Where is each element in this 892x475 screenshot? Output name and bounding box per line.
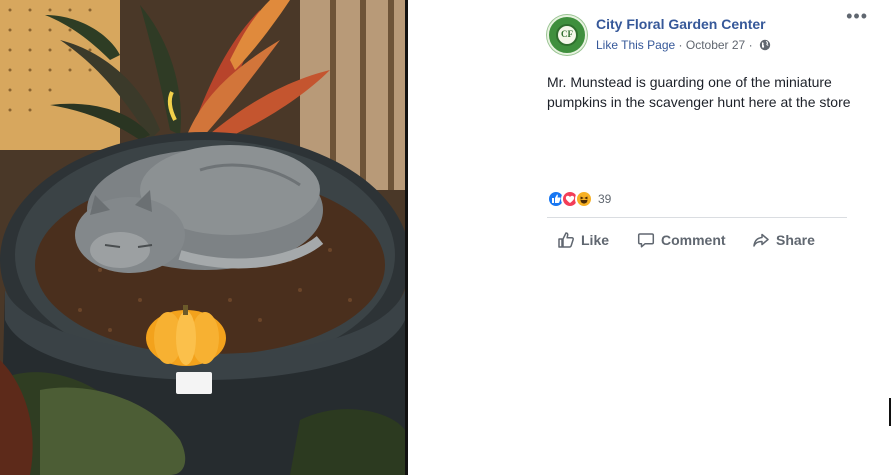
globe-icon[interactable] [759, 39, 771, 51]
haha-icon [575, 190, 593, 208]
like-button-label: Like [581, 232, 610, 248]
page-avatar[interactable]: CF [547, 15, 587, 55]
post-photo-image [0, 0, 405, 475]
post-date[interactable]: October 27 [686, 38, 745, 52]
comment-icon [637, 233, 655, 248]
like-page-link[interactable]: Like This Page [596, 38, 675, 52]
post-photo[interactable] [0, 0, 405, 475]
share-icon [753, 233, 769, 247]
page-name-link[interactable]: City Floral Garden Center [596, 16, 766, 32]
meta-separator: · [678, 38, 683, 52]
share-button-label: Share [776, 232, 815, 248]
like-button[interactable]: Like [557, 226, 609, 254]
meta-separator-2: · [748, 38, 753, 52]
post-sidebar: CF City Floral Garden Center Like This P… [408, 0, 892, 475]
page-logo-mark: CF [556, 24, 578, 46]
post-actions: Like Comment Share [547, 226, 847, 254]
page-logo-text: CF [561, 29, 573, 39]
post-header: CF City Floral Garden Center Like This P… [547, 13, 877, 55]
post-text: Mr. Munstead is guarding one of the mini… [547, 74, 851, 110]
reaction-count: 39 [598, 192, 612, 206]
comment-button[interactable]: Comment [637, 226, 726, 254]
post-meta: Like This Page · October 27 · [596, 38, 771, 52]
thumbs-up-icon [558, 232, 574, 248]
comment-button-label: Comment [661, 232, 726, 248]
more-options-icon[interactable]: ••• [846, 7, 868, 25]
share-button[interactable]: Share [752, 226, 815, 254]
actions-divider [547, 217, 847, 218]
text-cursor [889, 398, 891, 426]
